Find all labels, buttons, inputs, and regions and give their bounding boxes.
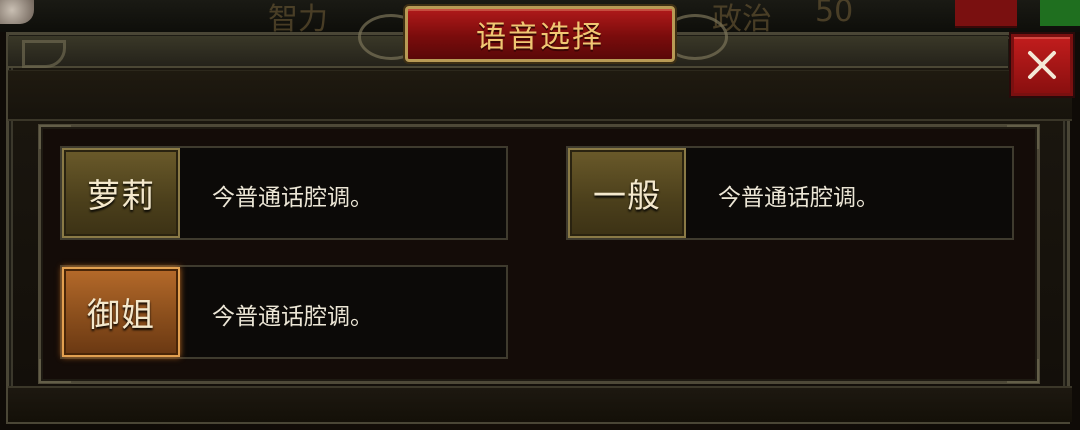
close-icon (1028, 51, 1056, 79)
voice-option-label: 一般 (593, 176, 661, 215)
hud-green-button (1040, 0, 1080, 26)
voice-option-description: 今普通话腔调。 (212, 185, 373, 211)
voice-option-label: 萝莉 (87, 176, 155, 215)
dialog-footer-band (8, 386, 1072, 422)
voice-option-label: 御姐 (87, 295, 155, 334)
game-screen: 智力 政治 50 语音选择 萝莉 今普通话腔调。 一般 今普通话腔调。 御姐 今… (0, 0, 1080, 430)
close-button[interactable] (1011, 34, 1073, 96)
voice-select-button-selected[interactable]: 御姐 (62, 267, 180, 357)
avatar (0, 0, 34, 24)
dialog-title: 语音选择 (476, 20, 604, 55)
voice-option-description: 今普通话腔调。 (718, 185, 879, 211)
title-plaque: 语音选择 (405, 6, 675, 62)
hud-stat-value: 50 (815, 0, 854, 29)
voice-option-loli[interactable]: 萝莉 今普通话腔调。 (60, 146, 508, 240)
dialog-header-band (8, 70, 1072, 121)
voice-select-button[interactable]: 萝莉 (62, 148, 180, 238)
voice-option-normal[interactable]: 一般 今普通话腔调。 (566, 146, 1014, 240)
ornament-icon (1007, 359, 1039, 383)
voice-select-button[interactable]: 一般 (568, 148, 686, 238)
ornament-icon (39, 359, 71, 383)
voice-option-description: 今普通话腔调。 (212, 304, 373, 330)
voice-option-yujie[interactable]: 御姐 今普通话腔调。 (60, 265, 508, 359)
hud-red-button (955, 0, 1017, 28)
